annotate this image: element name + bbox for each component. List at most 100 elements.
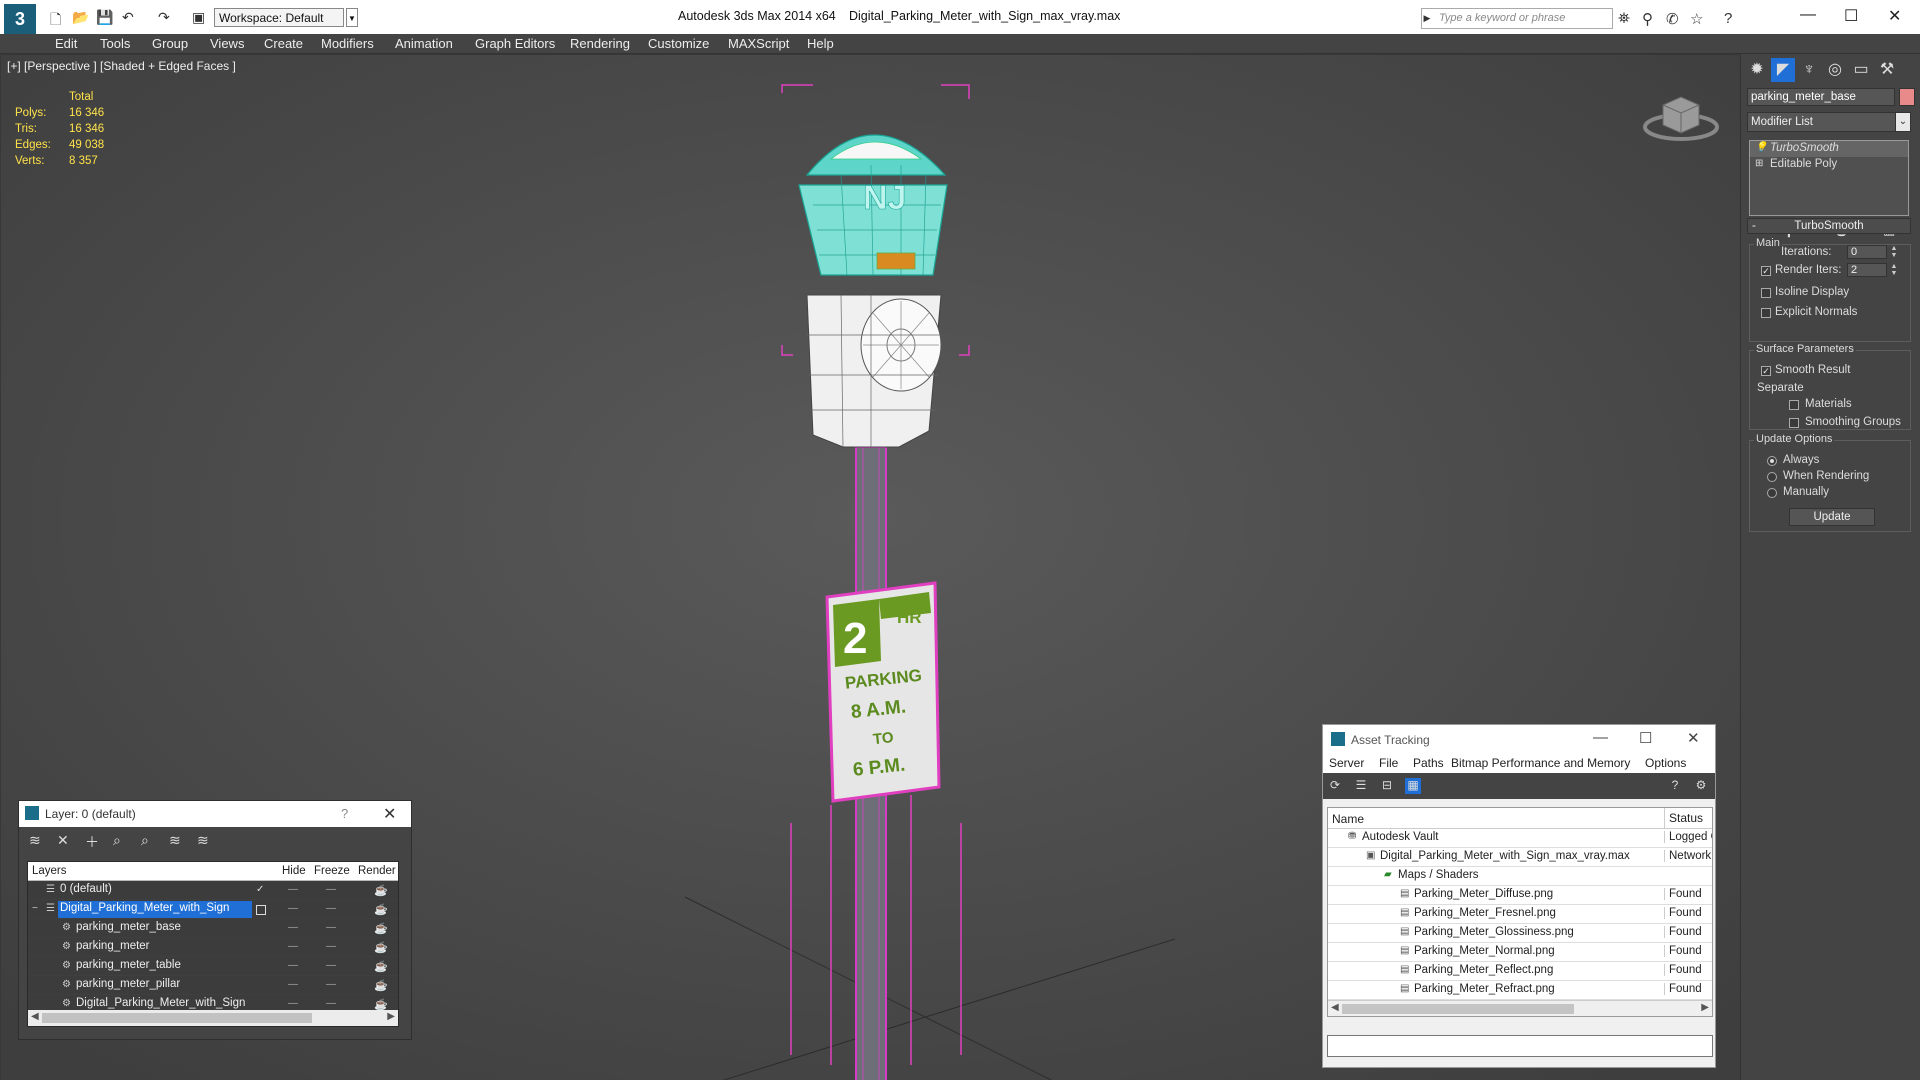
asset-table[interactable]: Name Status ⛃ Autodesk Vault Logged Out … — [1327, 807, 1713, 1017]
maximize-icon[interactable]: ☐ — [1639, 729, 1652, 747]
parking-sign[interactable]: 2 HR PARKING 8 A.M. TO 6 P.M. — [825, 581, 941, 803]
utilities-tab-icon[interactable]: ⚒ — [1875, 58, 1899, 82]
freeze-toggle[interactable]: — — [326, 903, 336, 914]
materials-checkbox[interactable] — [1789, 400, 1799, 410]
column-status[interactable]: Status — [1664, 808, 1703, 828]
smoothing-groups-checkbox[interactable] — [1789, 418, 1799, 428]
asset-menu-server[interactable]: Server — [1329, 756, 1364, 770]
menu-views[interactable]: Views — [210, 36, 244, 51]
asset-row[interactable]: ▤ Parking_Meter_Refract.png Found — [1328, 981, 1712, 1000]
list-view-icon[interactable]: ☰ — [1353, 778, 1369, 794]
save-file-icon[interactable]: 💾 — [96, 9, 113, 26]
asset-path-field[interactable] — [1327, 1035, 1713, 1057]
always-radio[interactable] — [1767, 456, 1777, 466]
column-layers[interactable]: Layers — [32, 865, 67, 877]
set-current-box[interactable] — [256, 905, 266, 915]
workspace-dropdown[interactable]: Workspace: Default — [214, 8, 344, 27]
hierarchy-tab-icon[interactable]: ♆ — [1797, 58, 1821, 82]
highlight-layer-icon[interactable]: ⌕ — [141, 832, 149, 849]
redo-icon[interactable]: ↷ — [158, 9, 170, 26]
hide-toggle[interactable]: — — [288, 903, 298, 914]
turbosmooth-rollout-header[interactable]: - TurboSmooth — [1747, 218, 1911, 234]
when-rendering-radio[interactable] — [1767, 472, 1777, 482]
hide-toggle[interactable]: — — [288, 998, 298, 1009]
close-icon[interactable]: ✕ — [383, 804, 396, 824]
project-folder-icon[interactable]: ▣ — [192, 9, 205, 26]
explicit-normals-checkbox[interactable] — [1761, 308, 1771, 318]
menu-animation[interactable]: Animation — [395, 36, 453, 51]
stack-item-editable-poly[interactable]: ⊞ Editable Poly — [1750, 157, 1908, 173]
modifier-stack[interactable]: 💡 TurboSmooth ⊞ Editable Poly — [1749, 140, 1909, 216]
new-layer-icon[interactable]: ≋ — [29, 832, 41, 849]
column-hide[interactable]: Hide — [282, 865, 306, 877]
viewport-label[interactable]: [+] [Perspective ] [Shaded + Edged Faces… — [7, 59, 236, 73]
scroll-left-icon[interactable]: ◀ — [31, 1011, 39, 1022]
tree-view-icon[interactable]: ⊟ — [1379, 778, 1395, 794]
communication-center-icon[interactable]: ✆ — [1666, 10, 1679, 28]
menu-help[interactable]: Help — [807, 36, 834, 51]
freeze-all-icon[interactable]: ≋ — [197, 832, 209, 849]
layer-table[interactable]: Layers Hide Freeze Render ☰ 0 (default) … — [27, 861, 399, 1027]
layer-window-titlebar[interactable]: Layer: 0 (default) ? ✕ — [19, 801, 411, 827]
isoline-display-checkbox[interactable] — [1761, 288, 1771, 298]
layer-row[interactable]: ⚙ parking_meter — — ☕ — [28, 938, 398, 957]
render-teapot-icon[interactable]: ☕ — [374, 979, 388, 992]
freeze-toggle[interactable]: — — [326, 922, 336, 933]
add-to-layer-icon[interactable]: ＋ — [85, 832, 99, 852]
select-objects-icon[interactable]: ⌕ — [113, 832, 121, 849]
expand-plus-icon[interactable]: ⊞ — [1755, 158, 1763, 169]
help-icon[interactable]: ? — [1667, 778, 1683, 794]
favorites-star-icon[interactable]: ☆ — [1690, 10, 1703, 28]
modify-tab-icon[interactable]: ◤ — [1771, 58, 1795, 82]
spinner-arrows-icon[interactable]: ▲ ▼ — [1889, 263, 1899, 277]
freeze-toggle[interactable]: — — [326, 998, 336, 1009]
maximize-icon[interactable]: ☐ — [1844, 6, 1858, 26]
render-iters-spinner[interactable]: 2 — [1847, 263, 1887, 277]
update-button[interactable]: Update — [1789, 508, 1875, 526]
freeze-toggle[interactable]: — — [326, 960, 336, 971]
hide-toggle[interactable]: — — [288, 922, 298, 933]
asset-row[interactable]: ▣ Digital_Parking_Meter_with_Sign_max_vr… — [1328, 848, 1712, 867]
workspace-dropdown-arrow-icon[interactable]: ▼ — [346, 8, 358, 27]
render-teapot-icon[interactable]: ☕ — [374, 884, 388, 897]
open-file-icon[interactable]: 📂 — [72, 9, 89, 26]
delete-layer-icon[interactable]: ✕ — [57, 832, 69, 849]
close-icon[interactable]: ✕ — [1687, 729, 1700, 747]
close-icon[interactable]: ✕ — [1888, 6, 1901, 26]
minimize-icon[interactable]: — — [1800, 6, 1816, 24]
settings-icon[interactable]: ⚙ — [1693, 778, 1709, 794]
hide-toggle[interactable]: — — [288, 941, 298, 952]
key-icon[interactable]: ⚲ — [1642, 10, 1653, 28]
column-name[interactable]: Name — [1332, 812, 1364, 826]
hide-toggle[interactable]: — — [288, 979, 298, 990]
asset-menu-bitmap[interactable]: Bitmap Performance and Memory — [1451, 756, 1630, 770]
render-iters-checkbox[interactable]: ✓ — [1761, 266, 1771, 276]
manually-radio[interactable] — [1767, 488, 1777, 498]
asset-row[interactable]: ▤ Parking_Meter_Fresnel.png Found — [1328, 905, 1712, 924]
layer-row[interactable]: ⚙ parking_meter_base — — ☕ — [28, 919, 398, 938]
horizontal-scrollbar[interactable]: ◀ ▶ — [28, 1010, 398, 1026]
menu-group[interactable]: Group — [152, 36, 188, 51]
freeze-toggle[interactable]: — — [326, 884, 336, 895]
hide-toggle[interactable]: — — [288, 884, 298, 895]
layer-row[interactable]: − ☰ Digital_Parking_Meter_with_Sign — — … — [28, 900, 398, 919]
render-teapot-icon[interactable]: ☕ — [374, 960, 388, 973]
scroll-thumb[interactable] — [1342, 1004, 1574, 1014]
stack-item-turbosmooth[interactable]: 💡 TurboSmooth — [1750, 141, 1908, 157]
object-color-swatch[interactable] — [1899, 88, 1915, 106]
hide-toggle[interactable]: — — [288, 960, 298, 971]
horizontal-scrollbar[interactable]: ◀ ▶ — [1328, 1000, 1712, 1016]
layer-row[interactable]: ☰ 0 (default) ✓ — — ☕ — [28, 881, 398, 900]
binoculars-icon[interactable]: ⛯ — [1618, 10, 1630, 27]
help-icon[interactable]: ? — [1724, 10, 1732, 27]
column-freeze[interactable]: Freeze — [314, 865, 350, 877]
modifier-list-dropdown[interactable]: Modifier List — [1747, 112, 1909, 132]
scroll-left-icon[interactable]: ◀ — [1331, 1002, 1339, 1013]
menu-customize[interactable]: Customize — [648, 36, 709, 51]
render-teapot-icon[interactable]: ☕ — [374, 941, 388, 954]
collapse-icon[interactable]: − — [32, 903, 38, 914]
asset-menu-paths[interactable]: Paths — [1413, 756, 1444, 770]
asset-row[interactable]: ▰ Maps / Shaders — [1328, 867, 1712, 886]
menu-maxscript[interactable]: MAXScript — [728, 36, 789, 51]
render-teapot-icon[interactable]: ☕ — [374, 922, 388, 935]
